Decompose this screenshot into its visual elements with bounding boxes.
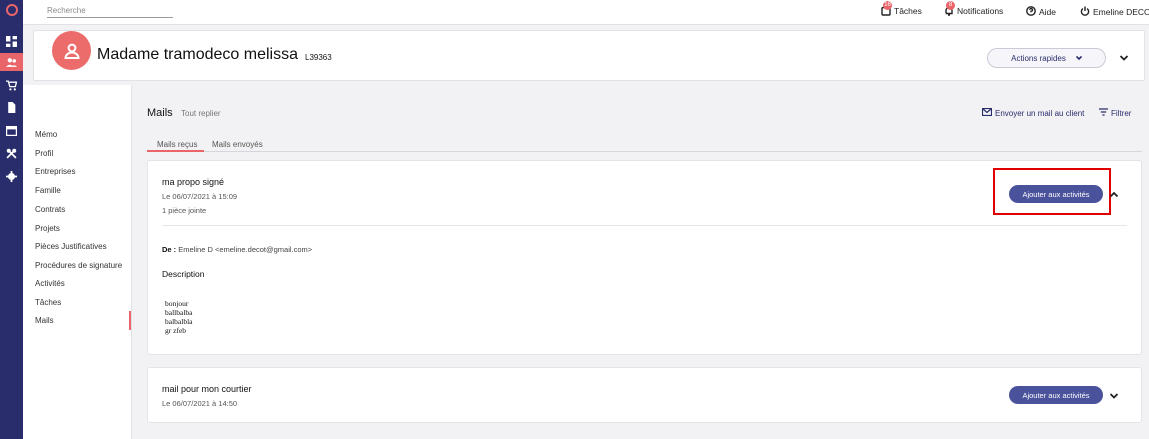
sidebar-item-mails[interactable]: Mails [35,316,54,325]
user-menu[interactable]: Emeline DECOT [1080,6,1149,18]
chevron-down-icon [1075,54,1082,63]
mail-from-value: Emeline D <emeline.decot@gmail.com> [178,245,313,254]
tasks-badge: 16 [883,1,892,10]
sidebar-item-procedures-signature[interactable]: Procédures de signature [35,261,122,270]
mail-body-line: gr zfeb [165,326,187,335]
mails-panel: Mails Tout replier Envoyer un mail au cl… [132,85,1149,439]
tools-icon[interactable] [0,144,23,162]
expand-header-chevron-icon[interactable] [1119,53,1129,63]
mail-date: Le 06/07/2021 à 14:50 [162,399,238,408]
filter-label: Filtrer [1111,108,1132,118]
page-title: Mails [147,107,173,119]
main-navigation [0,0,23,439]
tasks-button[interactable]: 16 Tâches [881,1,922,16]
search-input[interactable]: Recherche [47,4,173,18]
avatar [52,31,91,70]
notifications-button[interactable]: 8 Notifications [944,1,1004,16]
tab-mails-envoyes[interactable]: Mails envoyés [212,140,263,149]
mail-date: Le 06/07/2021 à 15:09 [162,192,238,201]
cart-icon[interactable] [0,76,23,94]
bell-icon: 8 [944,1,955,16]
mail-subject: mail pour mon courtier [162,384,252,394]
quick-actions-dropdown[interactable]: Actions rapides [987,48,1106,68]
active-tab-indicator [147,150,204,152]
filter-icon [1099,108,1108,118]
notifications-label: Notifications [957,6,1004,16]
sidebar-item-projets[interactable]: Projets [35,224,60,233]
mail-item[interactable]: mail pour mon courtier Le 06/07/2021 à 1… [147,367,1142,423]
expand-mail-chevron-down-icon[interactable] [1109,391,1119,401]
mail-body-line: balbalbla [165,317,193,326]
filter-button[interactable]: Filtrer [1099,108,1131,118]
tasks-label: Tâches [894,6,922,16]
sidebar-item-pieces-justificatives[interactable]: Pièces Justificatives [35,242,107,251]
mail-subject: ma propo signé [162,177,225,187]
sidebar-item-famille[interactable]: Famille [35,186,61,195]
user-name: Emeline DECOT [1093,7,1149,17]
add-to-activities-button[interactable]: Ajouter aux activités [1009,386,1103,404]
divider [162,225,1127,226]
mail-item[interactable]: ma propo signé Le 06/07/2021 à 15:09 1 p… [147,160,1142,355]
sidebar-item-taches[interactable]: Tâches [35,298,61,307]
settings-icon[interactable] [0,167,23,185]
mail-body-line: ballbalba [165,308,193,317]
tasks-icon: 16 [881,1,892,16]
envelope-icon [981,107,993,118]
add-to-activities-button[interactable]: Ajouter aux activités [1009,185,1103,203]
mail-from: De : Emeline D <emeline.decot@gmail.com> [162,245,312,254]
quick-actions-label: Actions rapides [1011,53,1066,63]
mail-body-line: bonjour [165,299,189,308]
user-icon [63,43,80,59]
mail-from-label: De : [162,245,177,254]
tab-mails-recus[interactable]: Mails reçus [157,140,197,149]
top-bar: Recherche 16 Tâches 8 Notifications Aide… [23,0,1149,25]
client-header: Madame tramodeco melissa L39363 Actions … [33,30,1145,81]
client-name: Madame tramodeco melissa [97,46,298,63]
sidebar-item-profil[interactable]: Profil [35,149,53,158]
mail-tabs: Mails reçus Mails envoyés [147,137,1142,152]
dashboard-icon[interactable] [0,32,23,50]
help-label: Aide [1039,7,1057,17]
send-mail-label: Envoyer un mail au client [995,108,1085,118]
sidebar-item-memo[interactable]: Mémo [35,130,57,139]
power-icon [1080,6,1090,18]
app-logo[interactable] [0,0,23,22]
sidebar-item-activites[interactable]: Activités [35,279,65,288]
mail-description-label: Description [162,269,205,279]
client-sidebar: Mémo Profil Entreprises Famille Contrats… [23,85,132,439]
mail-attachments[interactable]: 1 pièce jointe [162,206,206,215]
collapse-mail-chevron-up-icon[interactable] [1109,190,1119,200]
mail-body: bonjour ballbalba balbalbla gr zfeb [165,299,193,335]
document-icon[interactable] [0,98,23,116]
collapse-all-link[interactable]: Tout replier [181,109,221,118]
send-mail-button[interactable]: Envoyer un mail au client [981,107,1085,118]
client-id: L39363 [305,53,332,62]
help-icon [1026,6,1036,18]
notifications-badge: 8 [946,1,955,10]
help-button[interactable]: Aide [1026,6,1056,18]
calendar-icon[interactable] [0,121,23,139]
sidebar-item-contrats[interactable]: Contrats [35,205,65,214]
clients-icon[interactable] [0,53,23,71]
sidebar-item-entreprises[interactable]: Entreprises [35,167,75,176]
